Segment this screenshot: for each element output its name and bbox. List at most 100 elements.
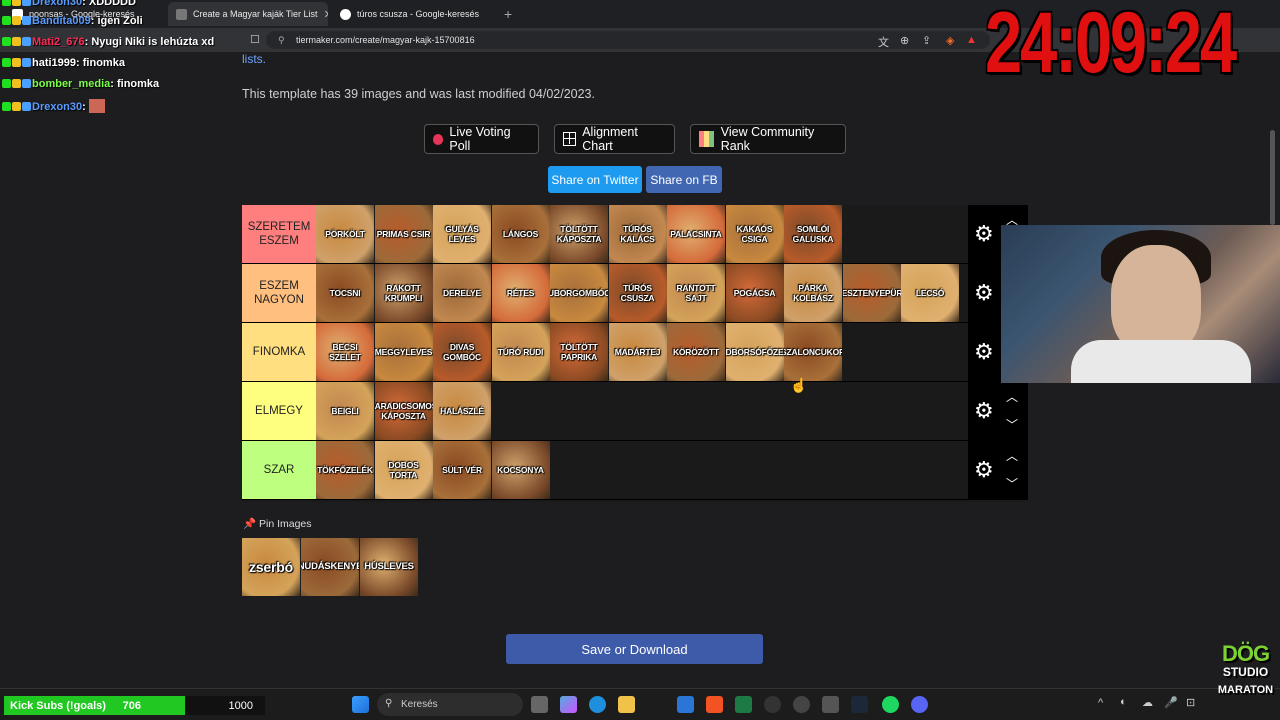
food-item[interactable]: UBORGOMBÓC	[550, 264, 608, 322]
food-item[interactable]: RÉTES	[491, 264, 550, 322]
app-icon[interactable]	[793, 696, 810, 713]
food-item[interactable]: PÁRKA KOLBÁSZ	[784, 264, 842, 322]
share-fb-button[interactable]: Share on FB	[646, 166, 722, 193]
discord-icon[interactable]	[911, 696, 928, 713]
food-item[interactable]: KOCSONYA	[491, 441, 550, 499]
brave-shield-icon[interactable]: ◈	[946, 34, 954, 47]
view-community-rank-button[interactable]: View Community Rank	[690, 124, 846, 154]
pinned-food-item[interactable]: NUDÁSKENYÉ	[301, 538, 359, 596]
copilot-icon[interactable]	[560, 696, 577, 713]
food-item[interactable]: POGÁCSA	[725, 264, 784, 322]
share-twitter-button[interactable]: Share on Twitter	[548, 166, 642, 193]
tier-drop-area[interactable]: BECSI SZELET MEGGYLEVES DIVAS GOMBÓC TÚRÓ R…	[316, 323, 968, 381]
food-item[interactable]: TÖLTÖTT PAPRIKA	[550, 323, 608, 381]
tier-label[interactable]: SZAR	[242, 441, 316, 499]
food-item[interactable]: GULYÁS LEVES	[433, 205, 491, 263]
food-item[interactable]: MEGGYLEVES	[374, 323, 433, 381]
share-icon[interactable]: ⇪	[922, 34, 931, 47]
food-item[interactable]: RANTOTT SAJT	[667, 264, 725, 322]
gear-icon[interactable]: ⚙	[974, 339, 994, 365]
tier-label[interactable]: SZERETEM ESZEM	[242, 205, 316, 263]
lists-link[interactable]: lists.	[242, 52, 266, 66]
food-item[interactable]: TÖLTÖTT KÁPOSZTA	[550, 205, 608, 263]
food-item[interactable]: DIVAS GOMBÓC	[433, 323, 491, 381]
chat-username[interactable]: bomber_media	[32, 78, 110, 90]
food-item[interactable]: BEIGLI	[316, 382, 374, 440]
translate-icon[interactable]: 文	[878, 34, 889, 50]
network-icon[interactable]: ⊡	[1186, 696, 1195, 709]
food-item[interactable]: DERELYE	[433, 264, 491, 322]
url-field[interactable]: ⚲ tiermaker.com/create/magyar-kajk-15700…	[266, 31, 990, 49]
tier-drop-area[interactable]: PÖRKÖLT PRIMAS CSIR GULYÁS LEVES LÁNGOS TÖLT…	[316, 205, 968, 263]
tier-label[interactable]: ESZEM NAGYON	[242, 264, 316, 322]
new-tab-button[interactable]: +	[496, 2, 516, 26]
food-item[interactable]: DOBOS TORTA	[374, 441, 433, 499]
page-scrollbar[interactable]	[1270, 130, 1275, 225]
edge-icon[interactable]	[589, 696, 606, 713]
store-icon[interactable]	[677, 696, 694, 713]
gear-icon[interactable]: ⚙	[974, 280, 994, 306]
chat-username[interactable]: Mati2_676	[32, 36, 85, 48]
file-explorer-icon[interactable]	[618, 696, 635, 713]
food-item[interactable]: SOMLÓI GALUSKA	[784, 205, 842, 263]
gear-icon[interactable]: ⚙	[974, 221, 994, 247]
obs-icon[interactable]	[764, 696, 781, 713]
settings-icon[interactable]	[822, 696, 839, 713]
taskbar-search[interactable]: ⚲ Keresés	[377, 693, 523, 716]
tab-google-search-2[interactable]: túros csusza - Google-keresés	[332, 2, 492, 26]
food-item[interactable]: SÜLT VÉR	[433, 441, 491, 499]
steam-icon[interactable]	[851, 696, 868, 713]
chevron-down-icon[interactable]: ﹀	[1006, 416, 1018, 433]
tier-drop-area[interactable]: BEIGLIVARADICSOMOS KÁPOSZTAHALÁSZLÉ	[316, 382, 968, 440]
food-item[interactable]: HALÁSZLÉ	[433, 382, 491, 440]
task-view-icon[interactable]	[531, 696, 548, 713]
food-item[interactable]: ZÖLDBORSÓFŐZELÉK	[725, 323, 784, 381]
pin-images-title[interactable]: 📌 Pin Images	[243, 517, 312, 530]
food-item[interactable]: BECSI SZELET	[316, 323, 374, 381]
food-item[interactable]: TÚRÓ RUDI	[491, 323, 550, 381]
chat-username[interactable]: hati1999	[32, 57, 76, 69]
tier-drop-area[interactable]: TOCSNI RAKOTT KRUMPLI DERELYE RÉTES UBORGOMB…	[316, 264, 968, 322]
food-item[interactable]: MADÁRTEJ	[608, 323, 667, 381]
windows-start-icon[interactable]	[352, 696, 369, 713]
chat-username[interactable]: Bandita009	[32, 15, 91, 27]
food-item[interactable]: KAKAÓS CSIGA	[725, 205, 784, 263]
chevron-down-icon[interactable]: ﹀	[1006, 475, 1018, 492]
food-item[interactable]: PÖRKÖLT	[316, 205, 374, 263]
site-info-icon[interactable]: ⚲	[278, 35, 285, 46]
excel-icon[interactable]	[735, 696, 752, 713]
chevron-up-icon[interactable]: ︿	[1006, 388, 1018, 405]
tray-cloud-icon[interactable]: ☁	[1142, 696, 1153, 709]
tray-chevron-up-icon[interactable]: ^	[1098, 697, 1103, 709]
chat-username[interactable]: Drexon30	[32, 0, 82, 8]
food-item[interactable]: PRIMAS CSIR	[374, 205, 433, 263]
tier-drop-area[interactable]: TÖKFŐZELÉK DOBOS TORTA SÜLT VÉR KOCSONYA	[316, 441, 968, 499]
food-item[interactable]: PALACSINTA	[667, 205, 725, 263]
chat-username[interactable]: Drexon30	[32, 101, 82, 113]
food-item[interactable]: VARADICSOMOS KÁPOSZTA	[374, 382, 433, 440]
microphone-icon[interactable]: 🎤	[1164, 696, 1178, 709]
food-item[interactable]: LÁNGOS	[491, 205, 550, 263]
chevron-up-icon[interactable]: ︿	[1006, 447, 1018, 464]
food-item[interactable]: LECSÓ	[901, 264, 959, 322]
food-item[interactable]: TÖKFŐZELÉK	[316, 441, 374, 499]
brave-rewards-icon[interactable]: ▲	[966, 34, 977, 46]
gear-icon[interactable]: ⚙	[974, 457, 994, 483]
gear-icon[interactable]: ⚙	[974, 398, 994, 424]
food-item[interactable]: TÚRÓS CSUSZA	[608, 264, 667, 322]
close-tab-icon[interactable]: ✕	[318, 8, 328, 21]
food-item[interactable]: KÖRÖZÖTT	[667, 323, 725, 381]
food-item[interactable]: SZALONCUKOR	[784, 323, 842, 381]
food-item[interactable]: GESZTENYEPÜRÉ	[842, 264, 901, 322]
zoom-icon[interactable]: ⊕	[900, 34, 909, 47]
tier-label[interactable]: ELMEGY	[242, 382, 316, 440]
food-item[interactable]: RAKOTT KRUMPLI	[374, 264, 433, 322]
bookmark-icon[interactable]: ☐	[250, 33, 260, 46]
alignment-chart-button[interactable]: Alignment Chart	[554, 124, 675, 154]
spotify-icon[interactable]	[882, 696, 899, 713]
tray-app-icon[interactable]: ◐	[1120, 696, 1127, 708]
save-download-button[interactable]: Save or Download	[506, 634, 763, 664]
pinned-food-item[interactable]: zserbó	[242, 538, 300, 596]
live-voting-poll-button[interactable]: Live Voting Poll	[424, 124, 539, 154]
pinned-food-item[interactable]: HÚSLEVES	[360, 538, 418, 596]
